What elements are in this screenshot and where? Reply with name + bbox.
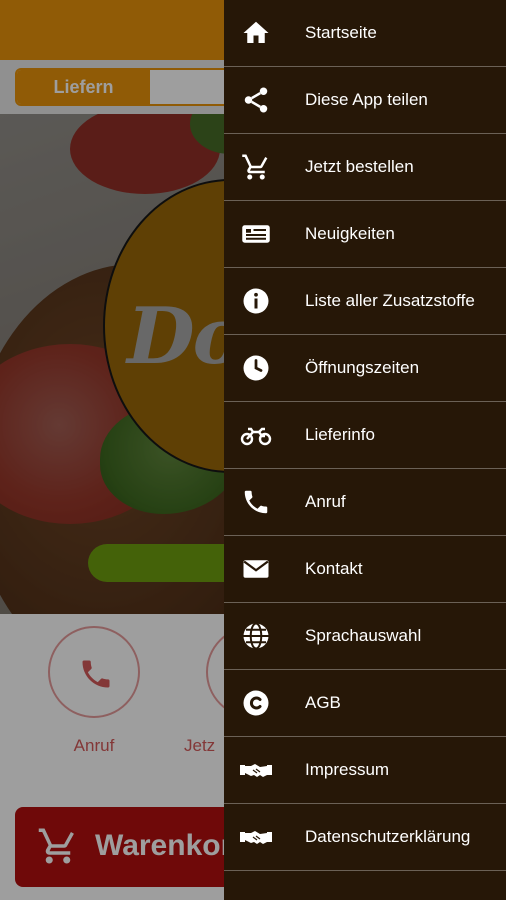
handshake-icon — [240, 822, 272, 852]
menu-item-home[interactable]: Startseite — [224, 0, 506, 67]
menu-item-label: Anruf — [305, 492, 346, 511]
navigation-drawer: Startseite Diese App teilen Jetzt bestel… — [224, 0, 506, 900]
menu-item-label: Lieferinfo — [305, 425, 375, 444]
share-icon — [240, 85, 272, 115]
menu-item-label: AGB — [305, 693, 341, 712]
menu-item-order-now[interactable]: Jetzt bestellen — [224, 134, 506, 201]
phone-icon — [240, 487, 272, 517]
menu-item-additives[interactable]: Liste aller Zusatzstoffe — [224, 268, 506, 335]
copyright-icon — [240, 688, 272, 718]
menu-item-delivery-info[interactable]: Lieferinfo — [224, 402, 506, 469]
menu-item-news[interactable]: Neuigkeiten — [224, 201, 506, 268]
home-icon — [240, 18, 272, 48]
menu-item-terms[interactable]: AGB — [224, 670, 506, 737]
menu-item-label: Öffnungszeiten — [305, 358, 420, 377]
mail-icon — [240, 554, 272, 584]
info-icon — [240, 286, 272, 316]
news-icon — [240, 219, 272, 249]
menu-item-opening-hours[interactable]: Öffnungszeiten — [224, 335, 506, 402]
menu-item-label: Neuigkeiten — [305, 224, 395, 243]
menu-item-label: Startseite — [305, 23, 377, 42]
cart-icon — [240, 152, 272, 182]
menu-item-contact[interactable]: Kontakt — [224, 536, 506, 603]
menu-item-label: Datenschutzerklärung — [305, 827, 471, 846]
menu-item-privacy[interactable]: Datenschutzerklärung — [224, 804, 506, 871]
menu-item-imprint[interactable]: Impressum — [224, 737, 506, 804]
menu-item-label: Sprachauswahl — [305, 626, 422, 645]
app-root: My D Liefern Abho Do Anruf Jetz — [0, 0, 506, 900]
menu-item-language[interactable]: Sprachauswahl — [224, 603, 506, 670]
menu-item-share-app[interactable]: Diese App teilen — [224, 67, 506, 134]
handshake-icon — [240, 755, 272, 785]
globe-icon — [240, 621, 272, 651]
menu-item-label: Kontakt — [305, 559, 363, 578]
motorbike-icon — [240, 420, 272, 450]
menu-item-label: Impressum — [305, 760, 390, 779]
menu-item-call[interactable]: Anruf — [224, 469, 506, 536]
menu-item-label: Diese App teilen — [305, 90, 428, 109]
menu-item-label: Jetzt bestellen — [305, 157, 414, 176]
menu-item-label: Liste aller Zusatzstoffe — [305, 291, 475, 310]
clock-icon — [240, 353, 272, 383]
